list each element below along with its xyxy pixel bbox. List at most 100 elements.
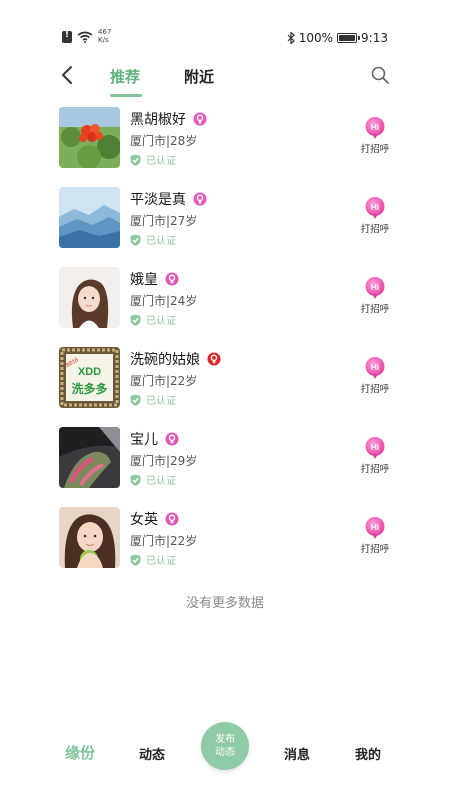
status-bar: 467 K/s 100% 9:13 [0,0,450,52]
user-name-line: 女英 [130,509,179,529]
user-name: 宝儿 [130,432,158,448]
verified-badge: 已认证 [130,312,176,327]
greet-button[interactable]: Hi 打招呼 [355,196,395,246]
user-name-line: 宝儿 [130,429,179,449]
female-icon [165,272,179,286]
verified-badge: 已认证 [130,472,176,487]
verified-label: 已认证 [146,316,176,327]
verified-badge: 已认证 [130,552,176,567]
verified-badge: 已认证 [130,232,176,247]
avatar-logo-top: XDD [78,366,101,378]
avatar[interactable] [59,507,120,568]
back-arrow-icon[interactable] [58,64,76,86]
shield-check-icon [130,394,141,406]
verified-label: 已认证 [146,236,176,247]
svg-text:Hi: Hi [371,522,380,532]
greet-button[interactable]: Hi 打招呼 [355,436,395,486]
nav-profile[interactable]: 我的 [355,744,381,763]
female-icon [193,192,207,206]
svg-text:Hi: Hi [371,282,380,292]
user-name-line: 娥皇 [130,269,179,289]
svg-text:Hi: Hi [371,362,380,372]
user-location-age: 厦门市|29岁 [130,454,198,468]
list-item[interactable]: 娥皇 厦门市|24岁 已认证 Hi 打招呼 [0,266,450,346]
avatar[interactable] [59,267,120,328]
greet-label: 打招呼 [360,544,390,555]
greet-label: 打招呼 [360,384,390,395]
no-more-data-text: 没有更多数据 [185,596,264,611]
app-screen: 467 K/s 100% 9:13 推荐 附近 [0,0,450,800]
user-name-line: 洗碗的姑娘 [130,349,221,369]
greet-button[interactable]: Hi 打招呼 [355,276,395,326]
verified-badge: 已认证 [130,392,176,407]
list-item[interactable]: 黑胡椒好 厦门市|28岁 已认证 Hi 打招呼 [0,106,450,186]
svg-text:Hi: Hi [371,202,380,212]
net-speed-unit: K/s [98,36,109,44]
female-icon [193,112,207,126]
bottom-nav: 缘份 动态 发布 动态 消息 我的 [0,720,450,800]
female-icon [207,352,221,366]
list-item[interactable]: 女英 厦门市|22岁 已认证 Hi 打招呼 [0,506,450,586]
female-icon [165,432,179,446]
user-name-line: 黑胡椒好 [130,109,207,129]
tab-recommend[interactable]: 推荐 [110,66,140,87]
list-item[interactable]: XDD 洗多多 8816 洗碗的姑娘 厦门市|22岁 已认证 Hi 打招呼 [0,346,450,426]
avatar[interactable] [59,427,120,488]
greet-label: 打招呼 [360,464,390,475]
user-location-age: 厦门市|22岁 [130,534,198,548]
avatar[interactable]: XDD 洗多多 8816 [59,347,120,408]
nav-messages[interactable]: 消息 [284,744,310,763]
greet-button[interactable]: Hi 打招呼 [355,356,395,406]
verified-label: 已认证 [146,156,176,167]
net-speed: 467 K/s [98,28,111,44]
hi-bubble-icon: Hi [365,437,385,459]
verified-label: 已认证 [146,396,176,407]
verified-label: 已认证 [146,556,176,567]
user-name: 女英 [130,512,158,528]
hi-bubble-icon: Hi [365,357,385,379]
user-list: 黑胡椒好 厦门市|28岁 已认证 Hi 打招呼 平淡是真 厦门市|27岁 已认证… [0,106,450,586]
nav-yuanfen[interactable]: 缘份 [65,742,95,763]
svg-text:Hi: Hi [371,122,380,132]
avatar[interactable] [59,107,120,168]
hi-bubble-icon: Hi [365,117,385,139]
list-item[interactable]: 平淡是真 厦门市|27岁 已认证 Hi 打招呼 [0,186,450,266]
wifi-icon [77,31,93,43]
verified-badge: 已认证 [130,152,176,167]
list-item[interactable]: 宝儿 厦门市|29岁 已认证 Hi 打招呼 [0,426,450,506]
battery-icon [337,33,361,43]
shield-check-icon [130,154,141,166]
greet-label: 打招呼 [360,224,390,235]
user-name: 平淡是真 [130,192,186,208]
bluetooth-icon [287,32,295,44]
user-location-age: 厦门市|28岁 [130,134,198,148]
publish-label-line2: 动态 [215,747,235,758]
tab-nearby[interactable]: 附近 [184,66,214,87]
shield-check-icon [130,234,141,246]
user-location-age: 厦门市|27岁 [130,214,198,228]
status-left: 467 K/s [62,28,111,44]
avatar[interactable] [59,187,120,248]
greet-label: 打招呼 [360,144,390,155]
user-name: 洗碗的姑娘 [130,352,200,368]
avatar-logo-bottom: 洗多多 [71,381,107,396]
sim-alert-icon [62,30,72,43]
user-location-age: 厦门市|22岁 [130,374,198,388]
active-tab-indicator [110,94,142,97]
shield-check-icon [130,474,141,486]
female-icon [165,512,179,526]
hi-bubble-icon: Hi [365,277,385,299]
greet-button[interactable]: Hi 打招呼 [355,116,395,166]
nav-dongtai[interactable]: 动态 [139,744,165,763]
battery-percent: 100% [298,31,334,45]
greet-button[interactable]: Hi 打招呼 [355,516,395,566]
publish-post-button[interactable]: 发布 动态 [201,722,249,770]
hi-bubble-icon: Hi [365,197,385,219]
search-icon[interactable] [370,65,390,85]
shield-check-icon [130,314,141,326]
user-location-age: 厦门市|24岁 [130,294,198,308]
clock: 9:13 [361,31,388,45]
status-right: 100% 9:13 [287,31,388,45]
greet-label: 打招呼 [360,304,390,315]
hi-bubble-icon: Hi [365,517,385,539]
